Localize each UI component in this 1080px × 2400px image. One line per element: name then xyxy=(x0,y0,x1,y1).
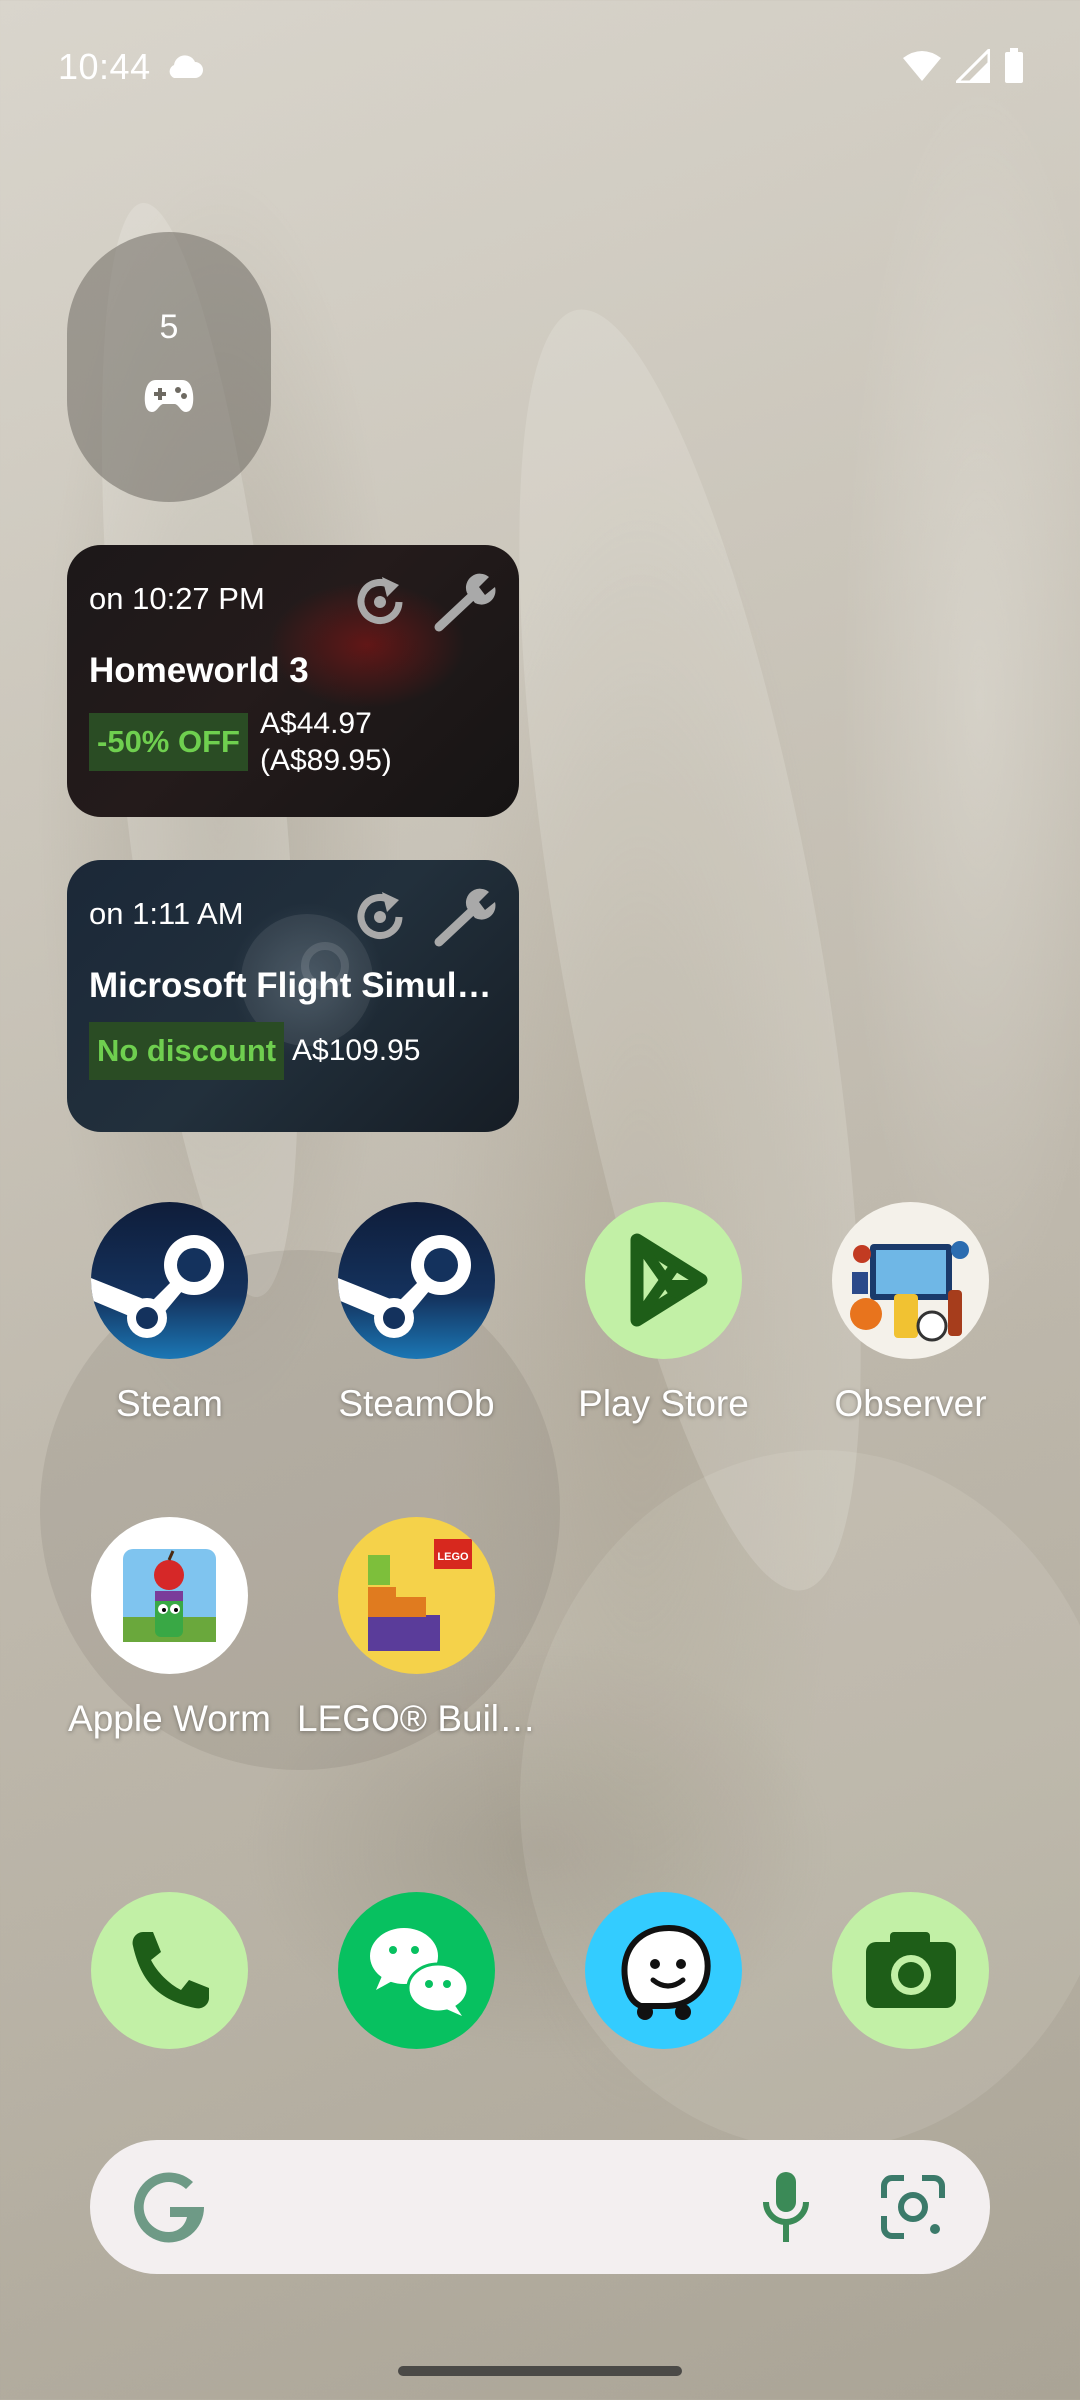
app-label: Steam xyxy=(116,1383,223,1424)
game-count-widget[interactable]: 5 xyxy=(67,232,271,502)
steam-wishlist-widget[interactable]: on 1:11 AM Microsoft Flight Simul… No di… xyxy=(67,860,519,1132)
app-label: Play Store xyxy=(578,1383,749,1424)
status-time: 10:44 xyxy=(58,46,151,87)
discount-badge: No discount xyxy=(89,1022,285,1080)
app-observer[interactable]: Observer xyxy=(787,1202,1034,1425)
app-lego-builder[interactable]: LEGO LEGO® Buil… xyxy=(293,1517,540,1740)
refresh-icon[interactable] xyxy=(349,571,411,633)
app-label: LEGO® Buil… xyxy=(296,1698,537,1739)
wechat-icon[interactable] xyxy=(338,1892,495,2049)
waze-icon[interactable] xyxy=(585,1892,742,2049)
google-search-bar[interactable] xyxy=(90,2140,990,2274)
steam-icon xyxy=(91,1202,248,1359)
steam-wishlist-widget[interactable]: on 10:27 PM Homeworld 3 -50% OFF A$44.97… xyxy=(67,545,519,817)
apple-worm-icon xyxy=(91,1517,248,1674)
current-price: A$44.97 xyxy=(260,707,372,740)
original-price: (A$89.95) xyxy=(260,744,392,777)
observer-icon xyxy=(832,1202,989,1359)
wrench-icon[interactable] xyxy=(431,886,499,948)
play-store-icon xyxy=(585,1202,742,1359)
wifi-icon xyxy=(903,51,941,81)
gamepad-icon xyxy=(144,380,194,412)
app-label: Apple Worm xyxy=(68,1698,271,1739)
discount-badge: -50% OFF xyxy=(89,713,248,771)
mic-icon[interactable] xyxy=(758,2168,814,2248)
app-apple-worm[interactable]: Apple Worm xyxy=(46,1517,293,1740)
widget-update-time: on 10:27 PM xyxy=(89,581,265,616)
app-label: SteamOb xyxy=(338,1383,495,1424)
status-icons xyxy=(902,48,1024,84)
svg-text:LEGO: LEGO xyxy=(437,1551,469,1563)
battery-icon xyxy=(1005,48,1023,83)
price-block: A$44.97 (A$89.95) xyxy=(260,705,392,779)
status-bar: 10:44 xyxy=(0,0,1080,130)
signal-icon xyxy=(956,49,990,83)
cloud-icon xyxy=(169,55,203,78)
app-steam[interactable]: Steam xyxy=(46,1202,293,1425)
camera-icon[interactable] xyxy=(832,1892,989,2049)
app-steamob[interactable]: SteamOb xyxy=(293,1202,540,1425)
google-g-icon xyxy=(134,2172,205,2243)
lego-icon: LEGO xyxy=(338,1517,495,1674)
game-title: Microsoft Flight Simul… xyxy=(89,966,492,1005)
app-label: Observer xyxy=(834,1383,987,1424)
google-lens-icon[interactable] xyxy=(880,2174,946,2240)
app-play-store[interactable]: Play Store xyxy=(540,1202,787,1425)
home-gesture-bar[interactable] xyxy=(398,2366,682,2376)
game-count: 5 xyxy=(159,308,179,346)
widget-update-time: on 1:11 AM xyxy=(89,896,244,931)
game-title: Homeworld 3 xyxy=(89,651,309,690)
phone-icon[interactable] xyxy=(91,1892,248,2049)
wrench-icon[interactable] xyxy=(431,571,499,633)
wallpaper-fold xyxy=(520,1450,1080,2150)
current-price: A$109.95 xyxy=(292,1034,421,1067)
refresh-icon[interactable] xyxy=(349,886,411,948)
steam-icon xyxy=(338,1202,495,1359)
